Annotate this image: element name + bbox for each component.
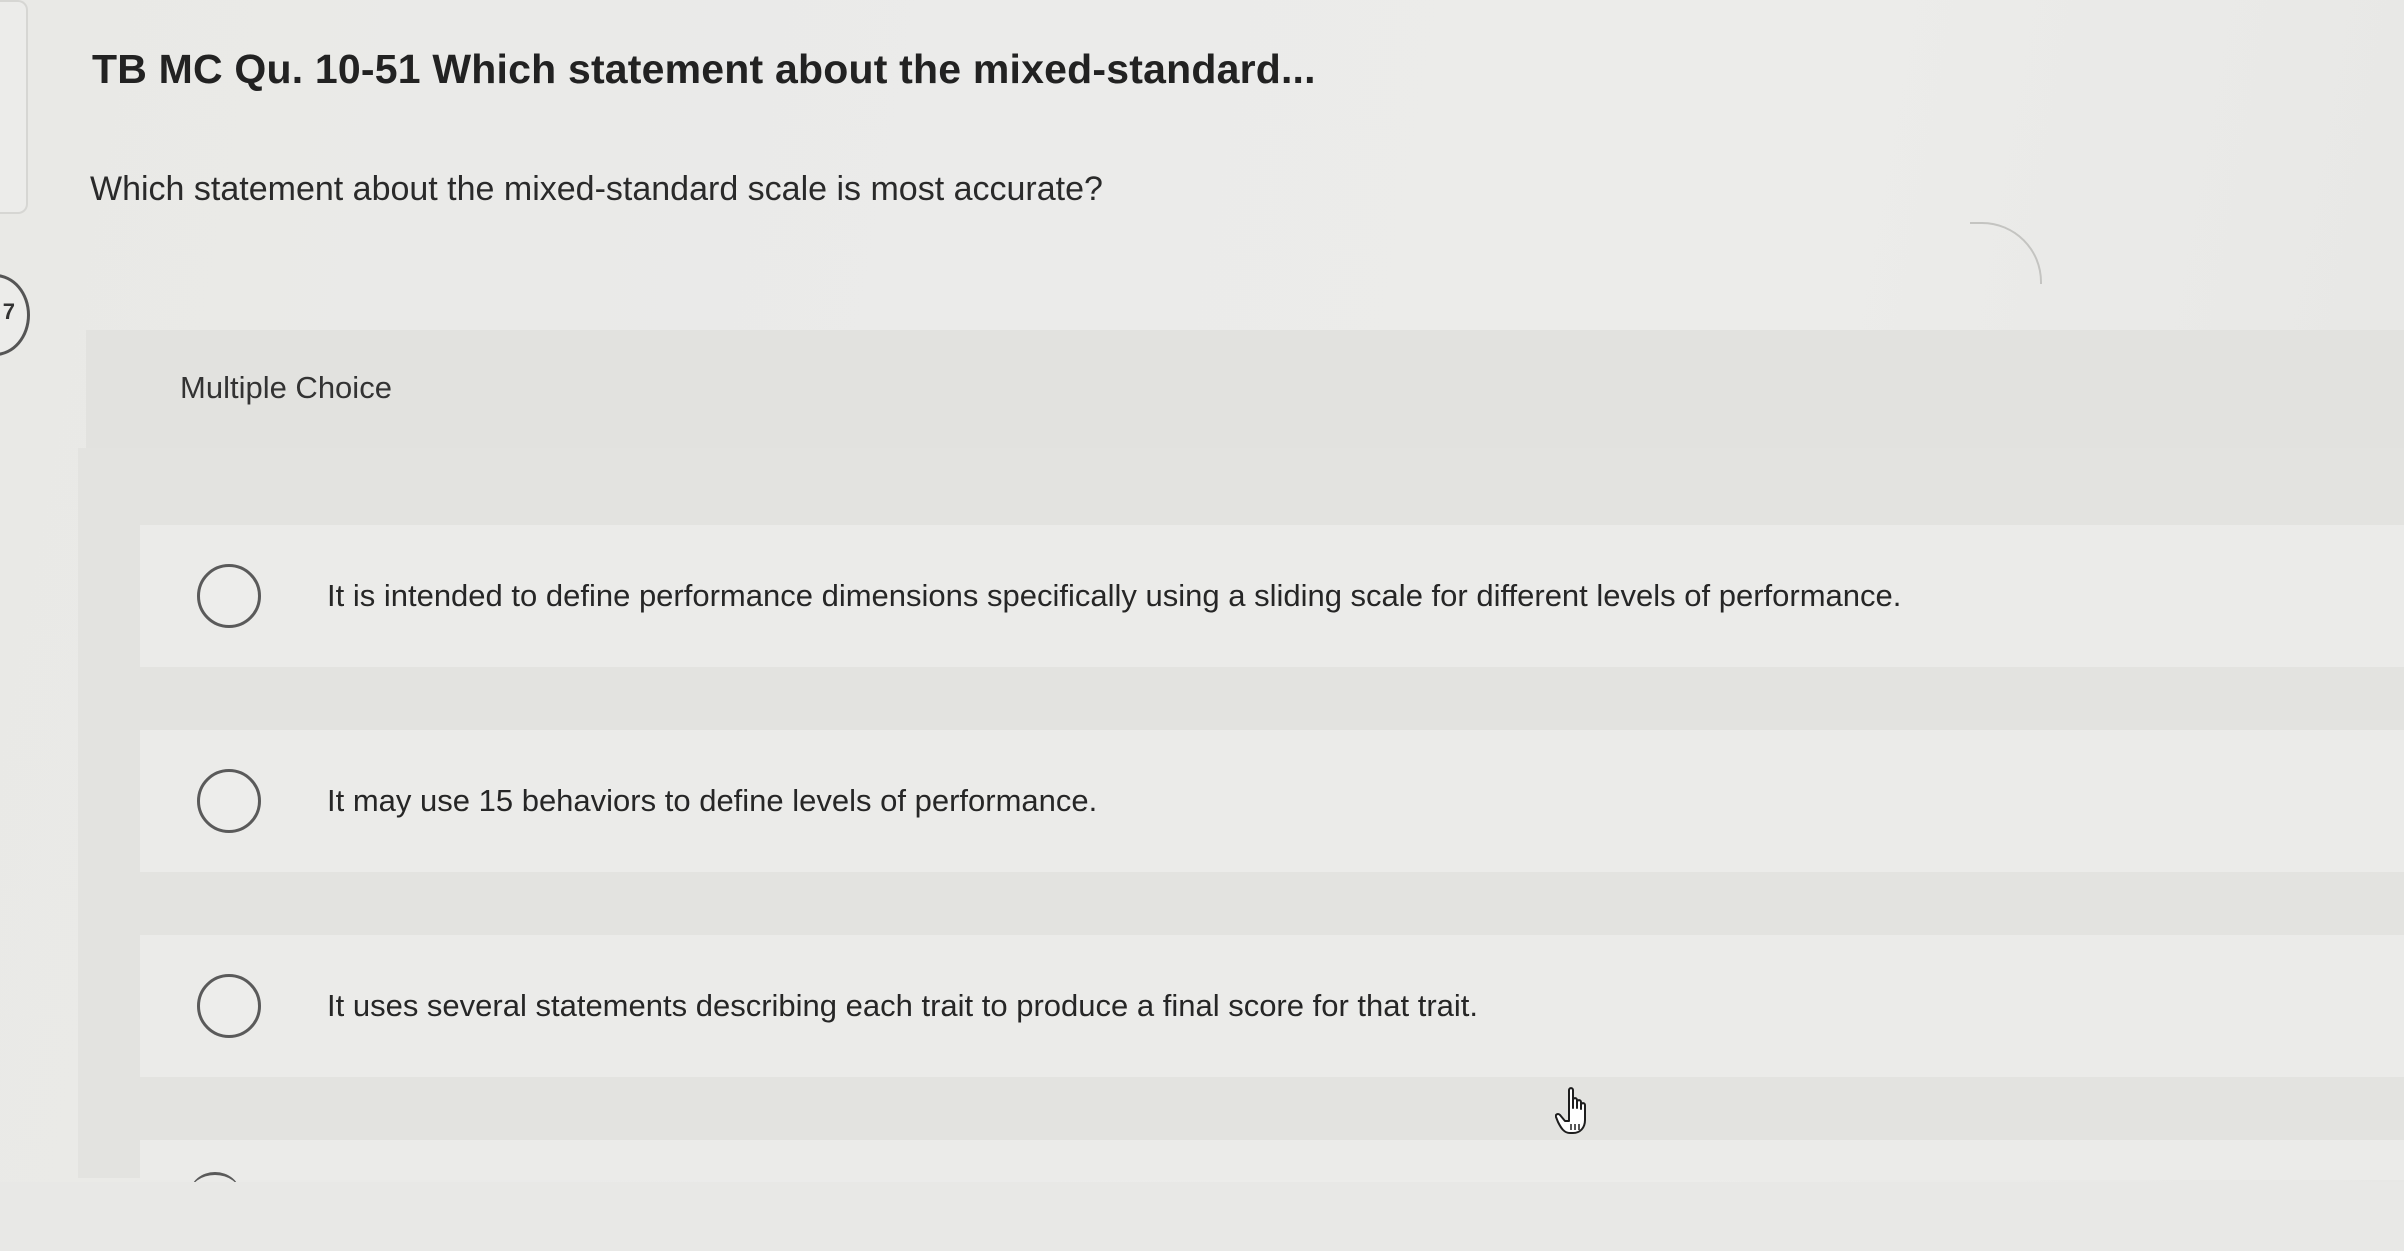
screen-glare-mark bbox=[1970, 222, 2042, 284]
choice-option-d-partial[interactable] bbox=[140, 1140, 2404, 1180]
choice-option-c[interactable]: It uses several statements describing ea… bbox=[140, 935, 2404, 1077]
page-bottom-strip bbox=[0, 1182, 2404, 1251]
choice-option-b[interactable]: It may use 15 behaviors to define levels… bbox=[140, 730, 2404, 872]
hand-pointer-icon bbox=[1555, 1087, 1586, 1134]
choice-option-a[interactable]: It is intended to define performance dim… bbox=[140, 525, 2404, 667]
question-type-header: Multiple Choice bbox=[86, 330, 2404, 448]
question-number-badge[interactable]: 7 bbox=[0, 274, 30, 356]
question-number: 7 bbox=[2, 299, 15, 324]
radio-button-a[interactable] bbox=[197, 564, 261, 628]
side-panel-tab[interactable] bbox=[0, 0, 28, 214]
question-prompt: Which statement about the mixed-standard… bbox=[90, 170, 1103, 208]
question-title: TB MC Qu. 10-51 Which statement about th… bbox=[92, 46, 1316, 92]
radio-button-b[interactable] bbox=[197, 769, 261, 833]
question-type-label: Multiple Choice bbox=[180, 370, 392, 405]
choice-text-b[interactable]: It may use 15 behaviors to define levels… bbox=[327, 783, 1097, 819]
radio-button-c[interactable] bbox=[197, 974, 261, 1038]
choice-text-c[interactable]: It uses several statements describing ea… bbox=[327, 988, 1478, 1024]
choice-text-a[interactable]: It is intended to define performance dim… bbox=[327, 578, 1901, 614]
